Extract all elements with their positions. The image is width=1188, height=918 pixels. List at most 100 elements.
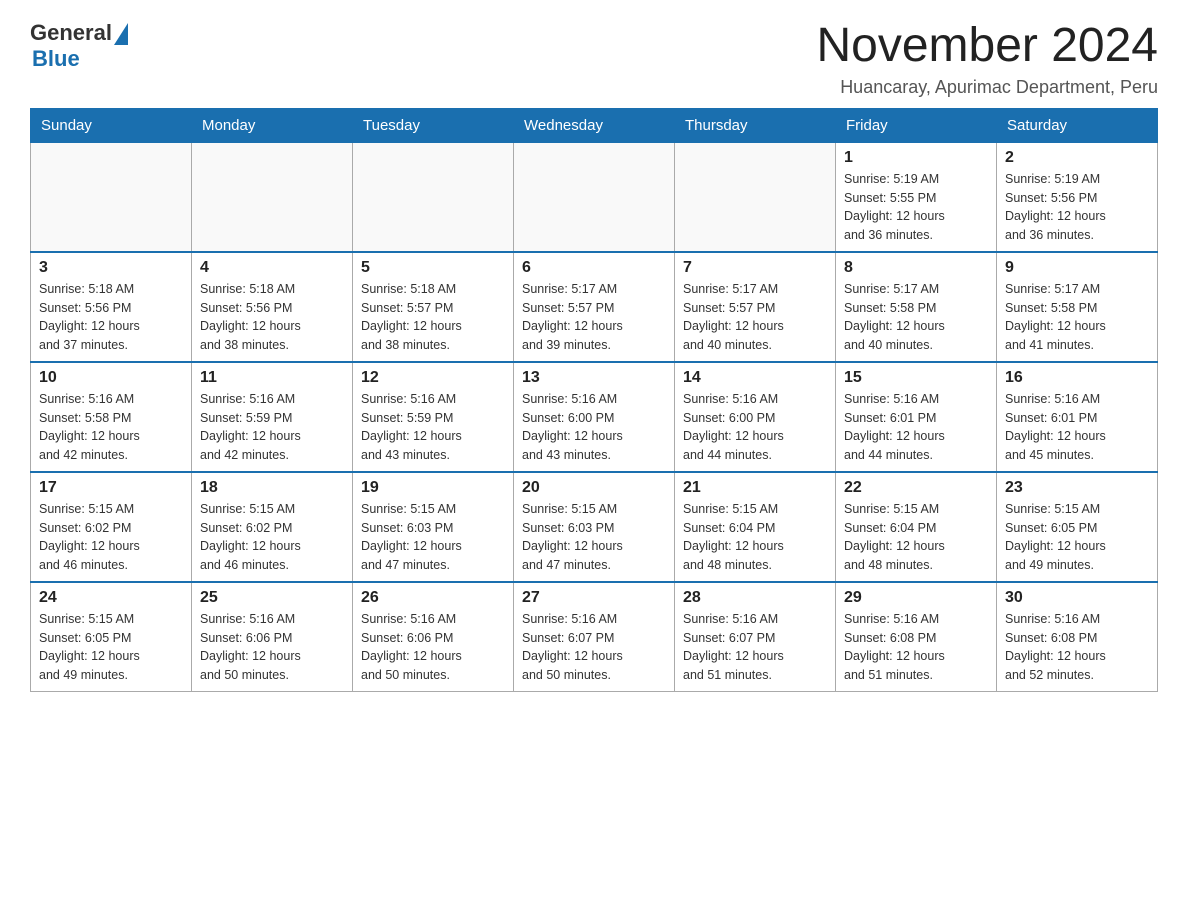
day-info: Sunrise: 5:16 AM Sunset: 6:01 PM Dayligh… [1005,390,1149,465]
day-info: Sunrise: 5:15 AM Sunset: 6:02 PM Dayligh… [200,500,344,575]
day-number: 28 [683,589,827,607]
calendar-day-cell: 19 Sunrise: 5:15 AM Sunset: 6:03 PM Dayli… [353,472,514,582]
day-info: Sunrise: 5:15 AM Sunset: 6:05 PM Dayligh… [1005,500,1149,575]
day-info: Sunrise: 5:18 AM Sunset: 5:57 PM Dayligh… [361,280,505,355]
day-of-week-header: Monday [192,108,353,142]
day-number: 13 [522,369,666,387]
calendar-day-cell: 1 Sunrise: 5:19 AM Sunset: 5:55 PM Daylig… [836,142,997,252]
day-number: 1 [844,149,988,167]
title-area: November 2024 Huancaray, Apurimac Depart… [816,20,1158,98]
calendar-day-cell: 22 Sunrise: 5:15 AM Sunset: 6:04 PM Dayli… [836,472,997,582]
calendar-day-cell: 17 Sunrise: 5:15 AM Sunset: 6:02 PM Dayli… [31,472,192,582]
day-number: 9 [1005,259,1149,277]
calendar-day-cell: 8Sunrise: 5:17 AM Sunset: 5:58 PM Daylig… [836,252,997,362]
day-info: Sunrise: 5:16 AM Sunset: 6:08 PM Dayligh… [1005,610,1149,685]
calendar-day-cell: 18Sunrise: 5:15 AM Sunset: 6:02 PM Dayli… [192,472,353,582]
day-number: 20 [522,479,666,497]
calendar-day-cell: 11Sunrise: 5:16 AM Sunset: 5:59 PM Dayli… [192,362,353,472]
day-info: Sunrise: 5:16 AM Sunset: 6:06 PM Dayligh… [200,610,344,685]
calendar-day-cell: 21 Sunrise: 5:15 AM Sunset: 6:04 PM Dayli… [675,472,836,582]
calendar-day-cell: 25 Sunrise: 5:16 AM Sunset: 6:06 PM Dayli… [192,582,353,692]
day-info: Sunrise: 5:17 AM Sunset: 5:58 PM Dayligh… [1005,280,1149,355]
day-number: 8 [844,259,988,277]
calendar-week-row: 24Sunrise: 5:15 AM Sunset: 6:05 PM Dayli… [31,582,1158,692]
day-number: 16 [1005,369,1149,387]
day-info: Sunrise: 5:16 AM Sunset: 5:59 PM Dayligh… [200,390,344,465]
calendar-day-cell: 26 Sunrise: 5:16 AM Sunset: 6:06 PM Dayli… [353,582,514,692]
calendar-week-row: 10Sunrise: 5:16 AM Sunset: 5:58 PM Dayli… [31,362,1158,472]
day-number: 15 [844,369,988,387]
day-number: 17 [39,479,183,497]
day-info: Sunrise: 5:16 AM Sunset: 6:00 PM Dayligh… [522,390,666,465]
calendar-day-cell: 29 Sunrise: 5:16 AM Sunset: 6:08 PM Dayli… [836,582,997,692]
calendar-day-cell: 12Sunrise: 5:16 AM Sunset: 5:59 PM Dayli… [353,362,514,472]
day-info: Sunrise: 5:15 AM Sunset: 6:04 PM Dayligh… [844,500,988,575]
calendar-day-cell [353,142,514,252]
day-info: Sunrise: 5:15 AM Sunset: 6:03 PM Dayligh… [522,500,666,575]
day-number: 30 [1005,589,1149,607]
calendar-day-cell: 28 Sunrise: 5:16 AM Sunset: 6:07 PM Dayli… [675,582,836,692]
day-of-week-header: Saturday [997,108,1158,142]
day-info: Sunrise: 5:19 AM Sunset: 5:55 PM Dayligh… [844,170,988,245]
logo-blue-text: Blue [32,46,80,72]
month-title: November 2024 [816,20,1158,73]
calendar-day-cell: 2 Sunrise: 5:19 AM Sunset: 5:56 PM Daylig… [997,142,1158,252]
day-number: 4 [200,259,344,277]
day-info: Sunrise: 5:16 AM Sunset: 6:07 PM Dayligh… [683,610,827,685]
day-info: Sunrise: 5:19 AM Sunset: 5:56 PM Dayligh… [1005,170,1149,245]
day-number: 2 [1005,149,1149,167]
calendar-day-cell: 7 Sunrise: 5:17 AM Sunset: 5:57 PM Daylig… [675,252,836,362]
calendar-week-row: 17 Sunrise: 5:15 AM Sunset: 6:02 PM Dayli… [31,472,1158,582]
days-of-week-row: SundayMondayTuesdayWednesdayThursdayFrid… [31,108,1158,142]
calendar-day-cell [675,142,836,252]
day-of-week-header: Thursday [675,108,836,142]
calendar-day-cell: 16 Sunrise: 5:16 AM Sunset: 6:01 PM Dayli… [997,362,1158,472]
day-info: Sunrise: 5:17 AM Sunset: 5:57 PM Dayligh… [683,280,827,355]
day-number: 19 [361,479,505,497]
calendar-day-cell: 24Sunrise: 5:15 AM Sunset: 6:05 PM Dayli… [31,582,192,692]
calendar-day-cell [514,142,675,252]
day-number: 7 [683,259,827,277]
day-number: 21 [683,479,827,497]
day-info: Sunrise: 5:15 AM Sunset: 6:05 PM Dayligh… [39,610,183,685]
calendar-week-row: 1 Sunrise: 5:19 AM Sunset: 5:55 PM Daylig… [31,142,1158,252]
day-of-week-header: Tuesday [353,108,514,142]
calendar-day-cell: 15Sunrise: 5:16 AM Sunset: 6:01 PM Dayli… [836,362,997,472]
day-of-week-header: Wednesday [514,108,675,142]
day-number: 26 [361,589,505,607]
calendar-day-cell: 10Sunrise: 5:16 AM Sunset: 5:58 PM Dayli… [31,362,192,472]
calendar-day-cell: 20 Sunrise: 5:15 AM Sunset: 6:03 PM Dayli… [514,472,675,582]
logo-triangle-icon [114,23,128,45]
day-number: 12 [361,369,505,387]
day-number: 10 [39,369,183,387]
calendar-day-cell: 23 Sunrise: 5:15 AM Sunset: 6:05 PM Dayli… [997,472,1158,582]
calendar-day-cell: 27Sunrise: 5:16 AM Sunset: 6:07 PM Dayli… [514,582,675,692]
day-info: Sunrise: 5:16 AM Sunset: 6:00 PM Dayligh… [683,390,827,465]
calendar-day-cell: 14Sunrise: 5:16 AM Sunset: 6:00 PM Dayli… [675,362,836,472]
logo-top-row: General [30,20,128,46]
logo-bottom-row: Blue [30,46,128,72]
day-number: 3 [39,259,183,277]
day-info: Sunrise: 5:16 AM Sunset: 6:06 PM Dayligh… [361,610,505,685]
calendar-header: SundayMondayTuesdayWednesdayThursdayFrid… [31,108,1158,142]
day-info: Sunrise: 5:18 AM Sunset: 5:56 PM Dayligh… [39,280,183,355]
day-info: Sunrise: 5:15 AM Sunset: 6:03 PM Dayligh… [361,500,505,575]
day-number: 29 [844,589,988,607]
day-info: Sunrise: 5:18 AM Sunset: 5:56 PM Dayligh… [200,280,344,355]
calendar-day-cell [192,142,353,252]
day-info: Sunrise: 5:16 AM Sunset: 6:07 PM Dayligh… [522,610,666,685]
calendar-day-cell: 9 Sunrise: 5:17 AM Sunset: 5:58 PM Daylig… [997,252,1158,362]
day-number: 23 [1005,479,1149,497]
day-info: Sunrise: 5:16 AM Sunset: 6:08 PM Dayligh… [844,610,988,685]
location-subtitle: Huancaray, Apurimac Department, Peru [816,77,1158,98]
day-info: Sunrise: 5:15 AM Sunset: 6:04 PM Dayligh… [683,500,827,575]
calendar-body: 1 Sunrise: 5:19 AM Sunset: 5:55 PM Daylig… [31,142,1158,691]
day-number: 22 [844,479,988,497]
day-info: Sunrise: 5:17 AM Sunset: 5:57 PM Dayligh… [522,280,666,355]
day-of-week-header: Sunday [31,108,192,142]
day-number: 25 [200,589,344,607]
calendar-day-cell [31,142,192,252]
day-info: Sunrise: 5:15 AM Sunset: 6:02 PM Dayligh… [39,500,183,575]
calendar-day-cell: 6Sunrise: 5:17 AM Sunset: 5:57 PM Daylig… [514,252,675,362]
logo-general-text: General [30,20,112,46]
